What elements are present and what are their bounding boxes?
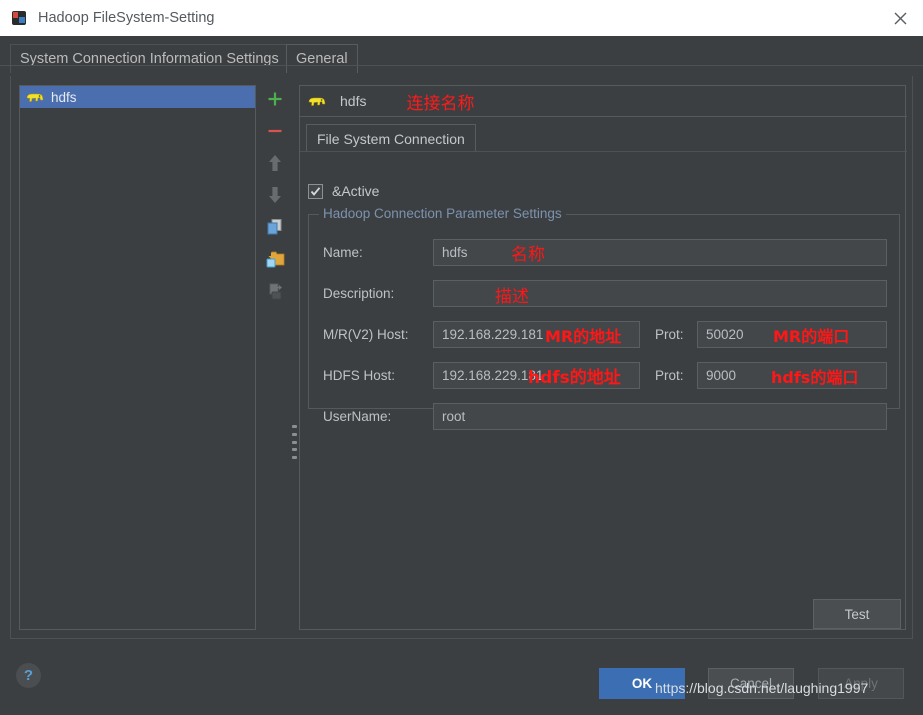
- arrow-down-icon: [269, 187, 281, 203]
- field-label-description: Description:: [323, 286, 395, 301]
- field-label-name: Name:: [323, 245, 363, 260]
- annotation-connection-name: 连接名称: [406, 93, 475, 114]
- tab-general[interactable]: General: [286, 44, 358, 73]
- field-label-mr-port: Prot:: [655, 327, 684, 342]
- remove-button[interactable]: [261, 117, 289, 145]
- help-button[interactable]: ?: [16, 663, 41, 688]
- field-row-mr-host: M/R(V2) Host: 192.168.229.181 MR的地址 Prot…: [323, 321, 887, 348]
- hadoop-elephant-icon: [308, 97, 326, 106]
- ok-button[interactable]: OK: [599, 668, 685, 699]
- field-label-hdfs-port: Prot:: [655, 368, 684, 383]
- apply-button[interactable]: Apply: [818, 668, 904, 699]
- active-checkbox-label: &Active: [332, 183, 380, 199]
- export-button[interactable]: [261, 277, 289, 305]
- description-input[interactable]: [433, 280, 887, 307]
- hdfs-host-input-value: 192.168.229.181: [442, 368, 544, 383]
- hadoop-filesystem-setting-dialog: Hadoop FileSystem-Setting System Connect…: [0, 0, 923, 715]
- import-folder-icon: [266, 251, 285, 268]
- name-input[interactable]: hdfs: [433, 239, 887, 266]
- active-checkbox[interactable]: [308, 183, 323, 199]
- username-input-value: root: [442, 409, 466, 424]
- mr-host-input[interactable]: 192.168.229.181: [433, 321, 640, 348]
- hdfs-port-input[interactable]: 9000: [697, 362, 887, 389]
- copy-icon: [267, 219, 282, 235]
- intellij-app-icon: [10, 9, 28, 27]
- copy-button[interactable]: [261, 213, 289, 241]
- subtab-underline: [300, 151, 907, 152]
- hadoop-elephant-icon: [26, 93, 44, 102]
- field-row-name: Name: hdfs 名称: [323, 239, 887, 266]
- move-down-button[interactable]: [261, 181, 289, 209]
- import-button[interactable]: [261, 245, 289, 273]
- tab-system-connection-information-settings[interactable]: System Connection Information Settings: [10, 44, 289, 73]
- move-up-button[interactable]: [261, 149, 289, 177]
- plus-icon: [268, 92, 282, 106]
- field-label-mr-host: M/R(V2) Host:: [323, 327, 409, 342]
- title-bar: Hadoop FileSystem-Setting: [0, 0, 923, 36]
- splitter-grip: [292, 425, 297, 459]
- name-input-value: hdfs: [442, 245, 468, 260]
- cancel-button[interactable]: Cancel: [708, 668, 794, 699]
- close-icon[interactable]: [877, 0, 923, 36]
- connection-detail-panel: hdfs 连接名称 File System Connection &Active…: [299, 85, 907, 630]
- content-frame: hdfs hdfs 连接名称 File System Connection &A…: [10, 76, 913, 639]
- main-tab-strip: System Connection Information Settings G…: [0, 36, 923, 76]
- field-label-username: UserName:: [323, 409, 392, 424]
- active-checkbox-row[interactable]: &Active: [308, 183, 379, 199]
- field-row-username: UserName: root: [323, 403, 887, 430]
- mr-port-input-value: 50020: [706, 327, 744, 342]
- detail-header: hdfs 连接名称: [300, 86, 907, 117]
- detail-header-name: hdfs: [340, 93, 367, 109]
- tab-underline: [0, 65, 923, 66]
- minus-icon: [268, 129, 282, 133]
- test-button-label: Test: [844, 606, 870, 622]
- username-input[interactable]: root: [433, 403, 887, 430]
- tab-file-system-connection[interactable]: File System Connection: [306, 124, 476, 152]
- list-toolbar: [259, 85, 291, 630]
- field-label-hdfs-host: HDFS Host:: [323, 368, 396, 383]
- hadoop-connection-parameter-settings-group: Hadoop Connection Parameter Settings Nam…: [308, 206, 900, 430]
- connection-list: hdfs: [19, 85, 256, 630]
- cancel-button-label: Cancel: [729, 676, 773, 691]
- help-icon: ?: [23, 667, 34, 684]
- list-item-label: hdfs: [51, 89, 77, 105]
- ok-button-label: OK: [631, 676, 653, 691]
- hdfs-host-input[interactable]: 192.168.229.181: [433, 362, 640, 389]
- group-title: Hadoop Connection Parameter Settings: [319, 206, 566, 221]
- mr-host-input-value: 192.168.229.181: [442, 327, 544, 342]
- panel-splitter[interactable]: [291, 85, 299, 630]
- apply-button-label: Apply: [844, 676, 878, 691]
- add-button[interactable]: [261, 85, 289, 113]
- window-title: Hadoop FileSystem-Setting: [38, 10, 215, 26]
- subtab-label: File System Connection: [317, 130, 465, 147]
- arrow-up-icon: [269, 155, 281, 171]
- test-button[interactable]: Test: [813, 599, 901, 629]
- field-row-hdfs-host: HDFS Host: 192.168.229.181 hdfs的地址 Prot:…: [323, 362, 887, 389]
- mr-port-input[interactable]: 50020: [697, 321, 887, 348]
- check-icon: [310, 186, 321, 196]
- hdfs-port-input-value: 9000: [706, 368, 737, 383]
- field-row-description: Description: 描述: [323, 280, 887, 307]
- list-item-hdfs[interactable]: hdfs: [20, 86, 255, 108]
- export-icon: [269, 283, 282, 300]
